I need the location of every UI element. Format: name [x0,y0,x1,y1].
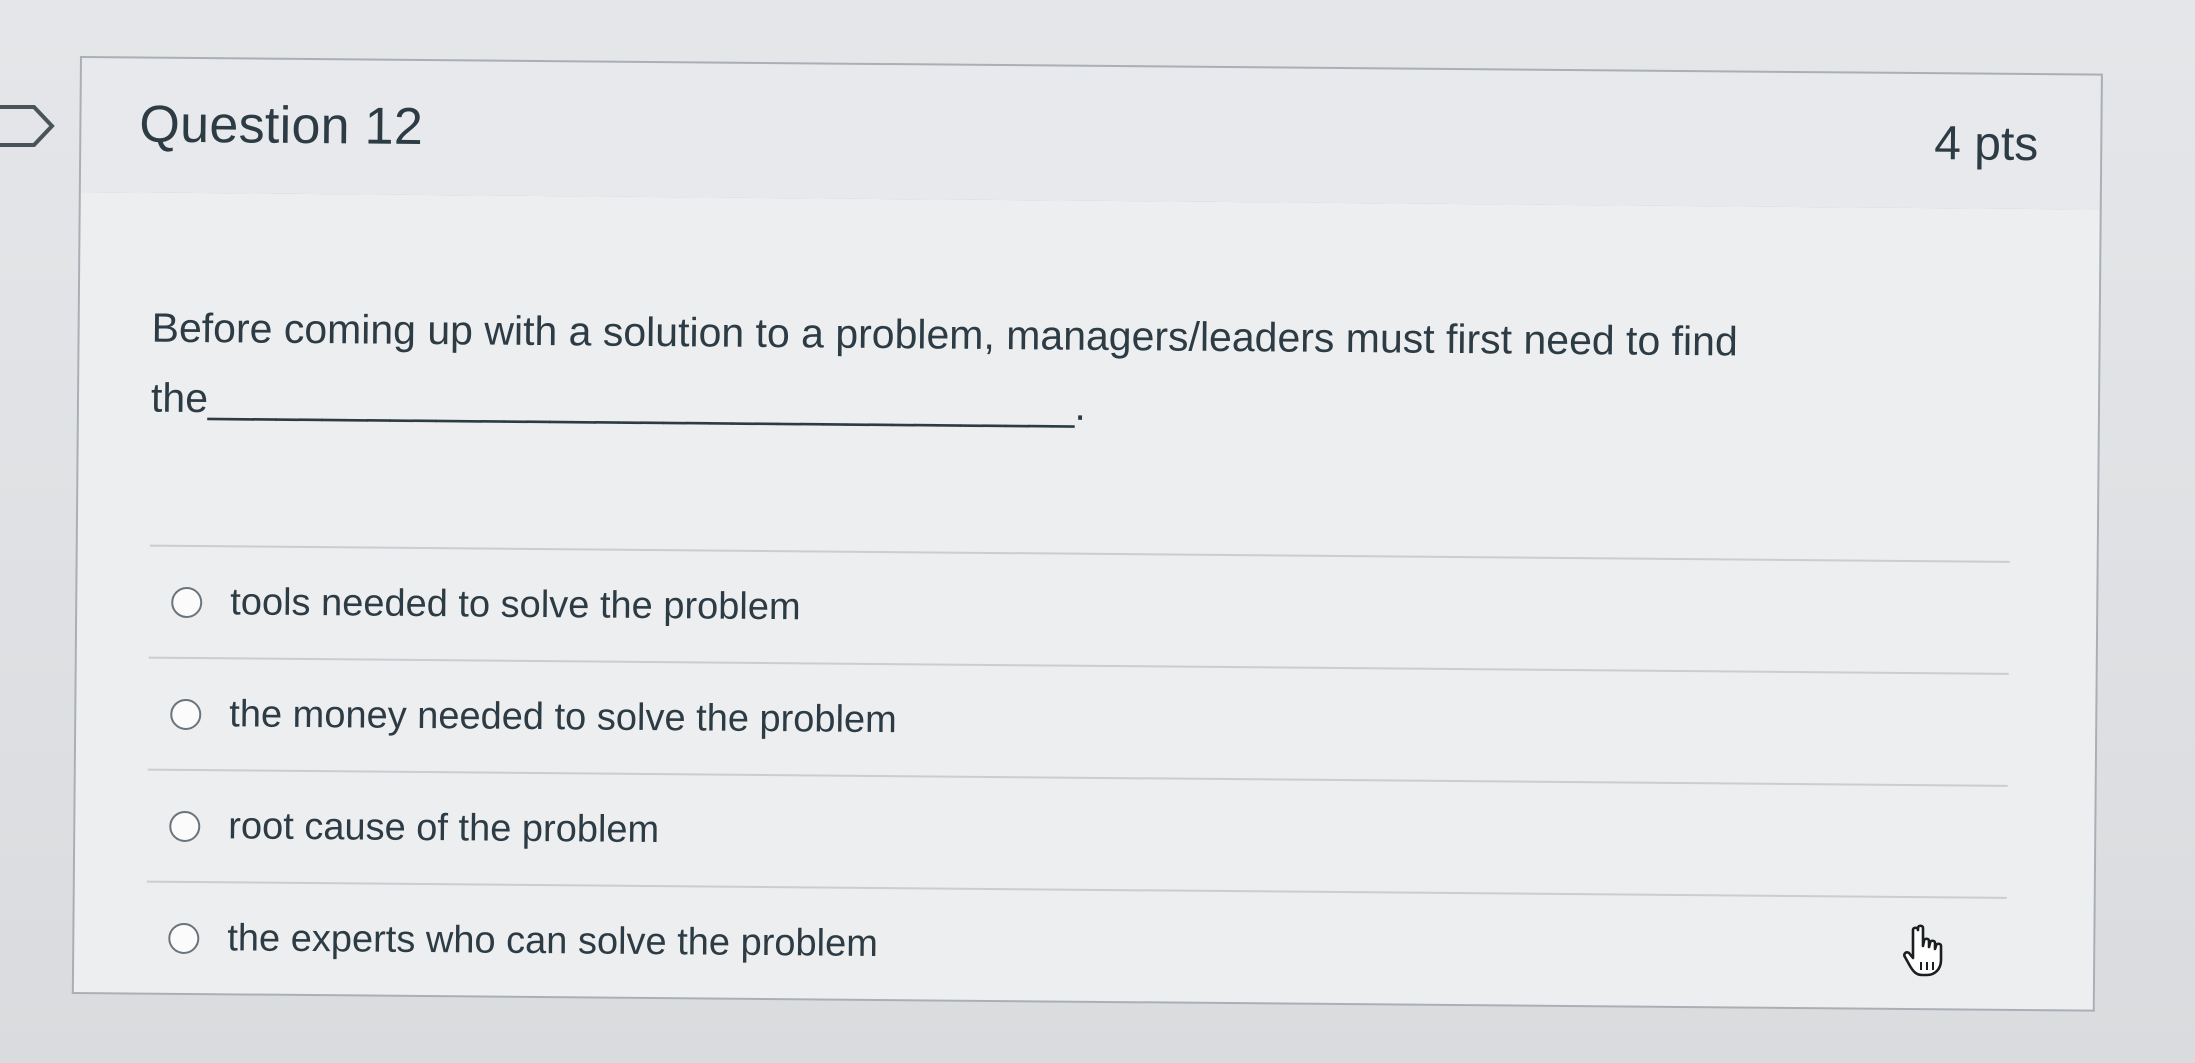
answer-option[interactable]: tools needed to solve the problem [149,547,2010,673]
answer-option[interactable]: the money needed to solve the problem [148,659,2009,785]
answer-label: the money needed to solve the problem [229,692,897,741]
answer-option[interactable]: root cause of the problem [147,771,2008,897]
flag-icon[interactable] [0,104,60,148]
answer-option[interactable]: the experts who can solve the problem [146,883,2007,1009]
hand-pointer-icon [1903,924,1943,977]
answer-label: the experts who can solve the problem [227,916,879,965]
answer-label: tools needed to solve the problem [230,580,801,628]
question-points: 4 pts [1934,117,2039,172]
answer-label: root cause of the problem [228,804,660,851]
radio-button-icon[interactable] [170,698,202,730]
question-title: Question 12 [139,95,424,156]
radio-button-icon[interactable] [169,810,201,842]
question-card: Question 12 4 pts Before coming up with … [71,56,2105,1012]
question-text: Before coming up with a solution to a pr… [150,304,1738,429]
question-header: Question 12 4 pts [78,56,2103,212]
radio-button-icon[interactable] [171,586,203,618]
radio-button-icon[interactable] [168,922,200,954]
answer-list: tools needed to solve the problem the mo… [146,544,2010,1009]
question-body: Before coming up with a solution to a pr… [71,191,2102,1012]
